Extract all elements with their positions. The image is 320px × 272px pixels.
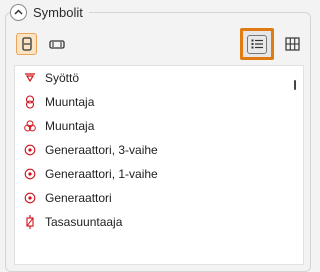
generator-icon <box>24 192 36 204</box>
symbol-list-item[interactable]: Generaattori, 1-vaihe <box>15 162 285 186</box>
symbol-label: Generaattori, 3-vaihe <box>45 143 158 157</box>
grid-view-button[interactable] <box>281 33 303 55</box>
symbol-list-item[interactable]: Generaattori, 3-vaihe <box>15 138 285 162</box>
symbol-list-item[interactable]: Syöttö <box>15 66 285 90</box>
group-title: Symbolit <box>33 4 83 20</box>
symbol-list-item[interactable]: Generaattori <box>15 186 285 210</box>
symbol-label: Muuntaja <box>45 95 95 109</box>
generator-icon <box>24 168 36 180</box>
transformer-icon <box>24 95 36 109</box>
symbols-group-header: Symbolit <box>10 2 89 22</box>
symbol-label: Muuntaja <box>45 119 95 133</box>
symbol-label: Tasasuuntaaja <box>45 215 123 229</box>
scrollbar-thumb[interactable] <box>294 80 296 90</box>
symbol-label: Syöttö <box>45 71 80 85</box>
symbol-list-item[interactable]: Muuntaja <box>15 90 285 114</box>
rectifier-icon <box>24 215 36 229</box>
feed-triangle-icon <box>24 72 36 84</box>
horizontal-layout-button[interactable] <box>45 33 68 55</box>
list-view-button[interactable] <box>240 28 274 60</box>
symbol-list[interactable]: Syöttö Muuntaja Muuntaja Generaattori, 3… <box>14 65 304 265</box>
grid-view-icon <box>284 37 300 51</box>
generator-icon <box>24 144 36 156</box>
symbol-label: Generaattori, 1-vaihe <box>45 167 158 181</box>
vertical-layout-button[interactable] <box>16 33 37 55</box>
symbol-label: Generaattori <box>45 191 112 205</box>
horizontal-layout-icon <box>48 39 65 49</box>
vertical-layout-icon <box>21 37 32 51</box>
transformer-three-winding-icon <box>24 120 36 132</box>
chevron-up-icon[interactable] <box>10 3 27 21</box>
list-view-icon <box>247 34 267 54</box>
symbol-list-item[interactable]: Tasasuuntaaja <box>15 210 285 234</box>
symbol-list-item[interactable]: Muuntaja <box>15 114 285 138</box>
